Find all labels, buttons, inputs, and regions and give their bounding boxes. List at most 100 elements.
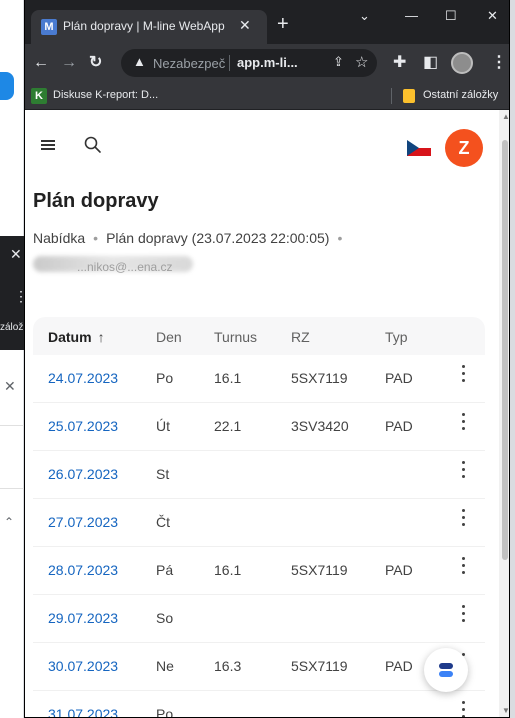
more-vert-icon[interactable] [461, 701, 467, 717]
new-tab-button[interactable]: + [277, 14, 289, 34]
breadcrumb-separator: • [337, 230, 343, 246]
minimize-button[interactable]: — [405, 8, 418, 23]
background-window-strip [0, 0, 24, 718]
column-header-den[interactable]: Den [156, 329, 182, 345]
cell-turnus: 16.1 [214, 562, 242, 578]
toggle-icon-bar [439, 671, 453, 677]
schedule-table: Datum ↑ Den Turnus RZ Typ 24.07.2023 Po 1… [33, 317, 485, 718]
cell-typ: PAD [385, 370, 413, 386]
tab-search-icon[interactable]: ⌄ [359, 8, 370, 24]
cell-datum[interactable]: 25.07.2023 [48, 418, 118, 434]
more-vert-icon[interactable] [461, 461, 467, 483]
cell-turnus: 16.3 [214, 658, 242, 674]
divider [0, 488, 24, 489]
forward-button[interactable]: → [61, 53, 77, 73]
table-row[interactable]: 28.07.2023 Pá 16.1 5SX7119 PAD [33, 547, 485, 595]
page-scrollbar[interactable]: ▲ ▼ [499, 110, 509, 717]
back-button[interactable]: ← [33, 53, 49, 73]
browser-menu-icon[interactable]: ⋮ [491, 53, 507, 73]
cell-rz: 5SX7119 [291, 370, 348, 386]
divider [391, 88, 392, 104]
maximize-button[interactable]: ☐ [445, 8, 457, 24]
cell-den: Po [156, 370, 174, 386]
table-row[interactable]: 24.07.2023 Po 16.1 5SX7119 PAD [33, 355, 485, 403]
scroll-down-icon[interactable]: ▼ [502, 706, 509, 715]
breadcrumb: Nabídka • Plán dopravy (23.07.2023 22:00:0… [33, 230, 350, 246]
czech-flag-icon[interactable] [407, 140, 431, 156]
other-bookmarks[interactable]: Ostatní záložky [423, 89, 498, 101]
bookmark-star-icon[interactable]: ☆ [355, 53, 368, 71]
cell-den: St [156, 466, 170, 482]
table-row[interactable]: 27.07.2023 Čt [33, 499, 485, 547]
bookmark-favicon[interactable]: K [31, 88, 47, 104]
settings-toggle-fab[interactable] [424, 648, 468, 692]
bookmark-item[interactable]: Diskuse K-report: D... [53, 89, 158, 101]
cell-datum[interactable]: 30.07.2023 [48, 658, 118, 674]
more-vert-icon[interactable] [461, 605, 467, 627]
search-icon[interactable] [83, 135, 103, 155]
side-panel-icon[interactable]: ◧ [423, 53, 438, 73]
user-avatar[interactable]: Z [445, 129, 483, 167]
close-window-button[interactable]: ✕ [487, 8, 498, 24]
close-icon: ✕ [10, 246, 22, 262]
title-bar: M Plán dopravy | M-line WebApp ✕ + ⌄ — ☐… [25, 0, 509, 44]
cell-den: So [156, 610, 174, 626]
table-row[interactable]: 25.07.2023 Út 22.1 3SV3420 PAD [33, 403, 485, 451]
breadcrumb-item-plan: Plán dopravy (23.07.2023 22:00:05) [106, 230, 330, 246]
cell-datum[interactable]: 31.07.2023 [48, 706, 118, 717]
page-title: Plán dopravy [33, 190, 159, 212]
cell-datum[interactable]: 26.07.2023 [48, 466, 118, 482]
cell-typ: PAD [385, 658, 413, 674]
more-vert-icon[interactable] [461, 413, 467, 435]
more-vert-icon[interactable] [461, 557, 467, 579]
breadcrumb-item-nabidka[interactable]: Nabídka [33, 230, 85, 246]
reload-button[interactable]: ↻ [89, 53, 102, 73]
cell-datum[interactable]: 24.07.2023 [48, 370, 118, 386]
table-row[interactable]: 30.07.2023 Ne 16.3 5SX7119 PAD [33, 643, 485, 691]
column-header-typ[interactable]: Typ [385, 329, 408, 345]
address-url[interactable]: app.m-li... [237, 55, 323, 70]
table-row[interactable]: 29.07.2023 So [33, 595, 485, 643]
extensions-icon[interactable]: ✚ [393, 53, 406, 73]
cell-rz: 5SX7119 [291, 658, 348, 674]
scroll-up-icon[interactable]: ▲ [502, 112, 509, 121]
cell-datum[interactable]: 29.07.2023 [48, 610, 118, 626]
cell-den: Út [156, 418, 170, 434]
sort-ascending-icon[interactable]: ↑ [98, 329, 105, 345]
cell-den: Pá [156, 562, 174, 578]
chevron-up-icon: ⌃ [4, 515, 15, 529]
browser-tab[interactable]: M Plán dopravy | M-line WebApp ✕ [31, 10, 267, 44]
cell-rz: 5SX7119 [291, 562, 348, 578]
column-header-datum[interactable]: Datum ↑ [48, 329, 105, 345]
table-row[interactable]: 26.07.2023 St [33, 451, 485, 499]
hamburger-menu-icon[interactable] [41, 140, 55, 150]
profile-avatar[interactable] [451, 52, 473, 74]
column-header-rz[interactable]: RZ [291, 329, 310, 345]
bookmarks-bar: K Diskuse K-report: D... Ostatní záložky [25, 82, 509, 110]
cell-datum[interactable]: 27.07.2023 [48, 514, 118, 530]
browser-window: M Plán dopravy | M-line WebApp ✕ + ⌄ — ☐… [24, 0, 510, 718]
cell-typ: PAD [385, 562, 413, 578]
folder-icon[interactable] [403, 89, 415, 103]
close-tab-icon[interactable]: ✕ [239, 17, 251, 34]
cell-den: Po [156, 706, 174, 718]
warning-icon[interactable]: ▲ [133, 54, 146, 69]
more-vert-icon[interactable] [461, 365, 467, 387]
background-app-icon [0, 72, 14, 100]
browser-toolbar: ← → ↻ ▲ Nezabezpečeno app.m-li... ⇪ ☆ ✚ … [25, 44, 509, 82]
column-header-turnus[interactable]: Turnus [214, 329, 257, 345]
cell-den: Ne [156, 658, 174, 674]
cell-turnus: 16.1 [214, 370, 242, 386]
cell-rz: 3SV3420 [291, 418, 349, 434]
tab-favicon: M [41, 19, 57, 35]
background-window-toolbar: ✕ ⋮ záložk [0, 236, 28, 350]
share-icon[interactable]: ⇪ [333, 54, 344, 70]
scrollbar-thumb[interactable] [502, 140, 508, 560]
table-header: Datum ↑ Den Turnus RZ Typ [33, 317, 485, 355]
more-vert-icon[interactable] [461, 509, 467, 531]
address-bar[interactable]: ▲ Nezabezpečeno app.m-li... ⇪ ☆ [121, 49, 377, 77]
security-status[interactable]: Nezabezpečeno [153, 56, 225, 71]
cell-datum[interactable]: 28.07.2023 [48, 562, 118, 578]
table-row[interactable]: 31.07.2023 Po [33, 691, 485, 718]
divider [0, 425, 24, 426]
